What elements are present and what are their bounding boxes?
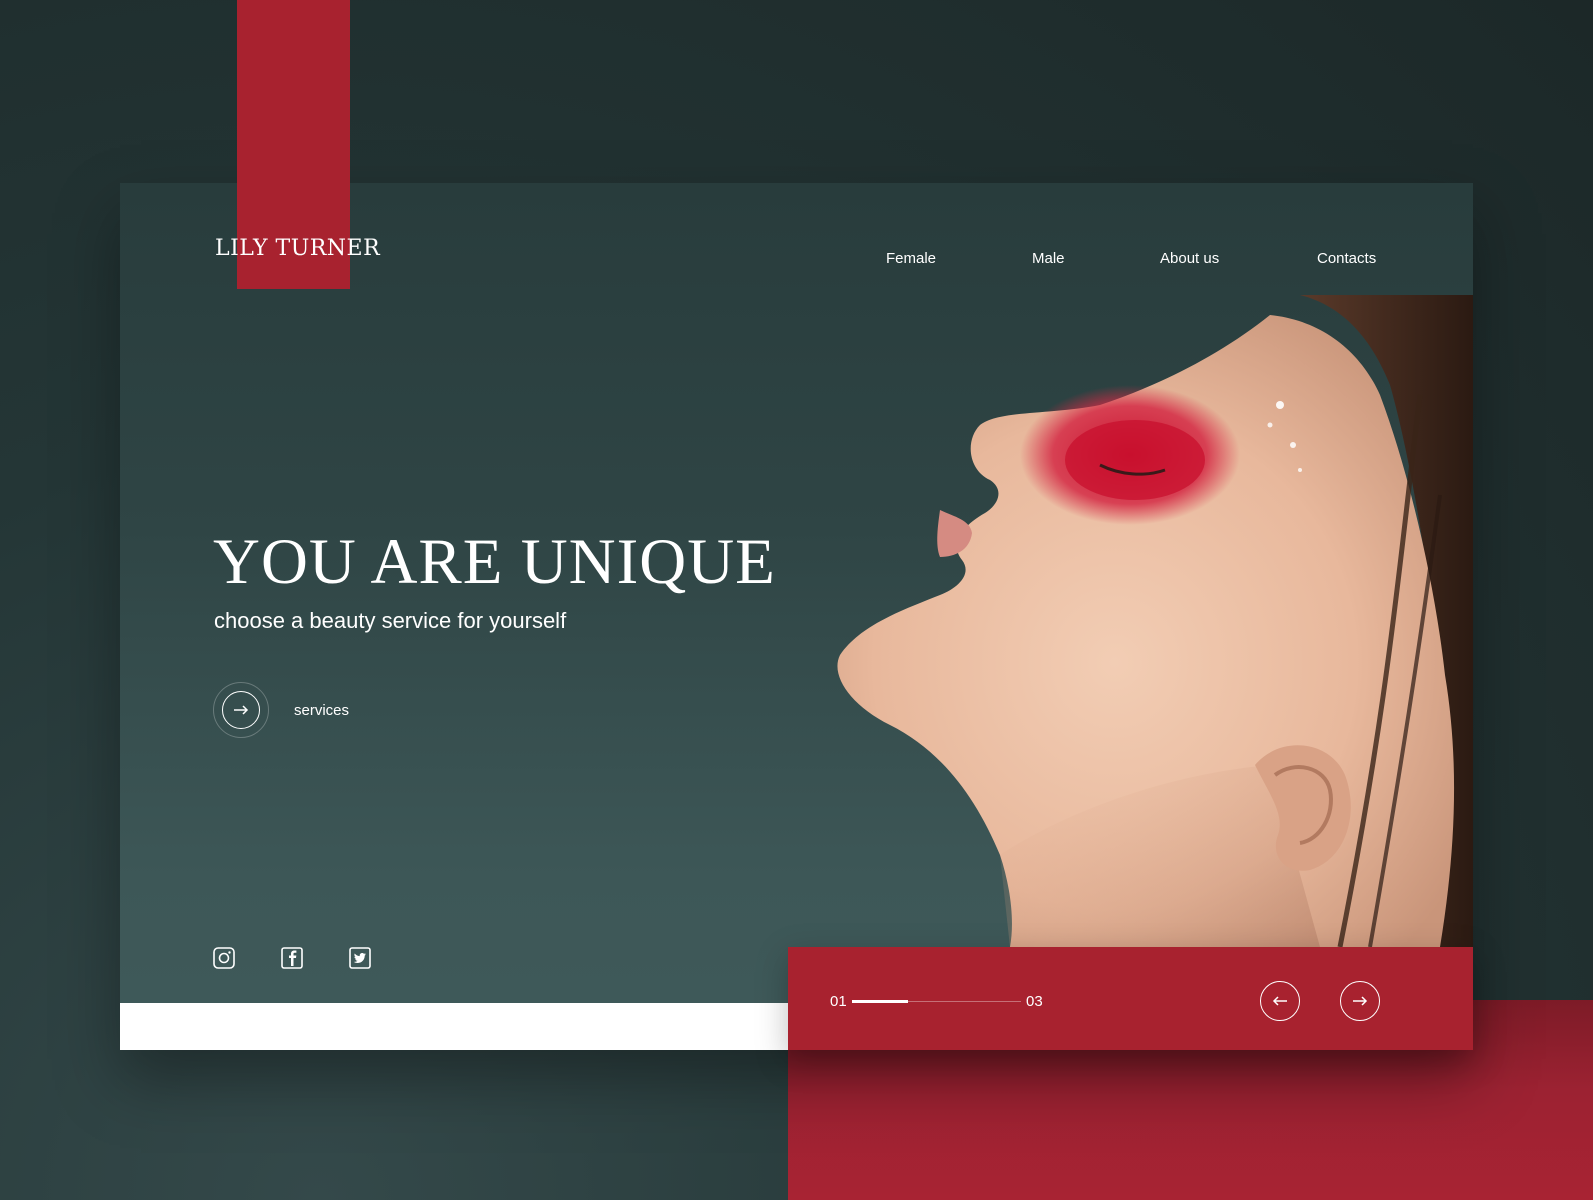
slide-progress-track: [852, 1000, 1021, 1003]
nav-item-male[interactable]: Male: [1032, 250, 1065, 267]
slide-total-number: 03: [1026, 993, 1043, 1010]
slide-progress-fill: [852, 1000, 908, 1003]
arrow-right-icon: [222, 691, 260, 729]
woman-profile-illustration: [837, 295, 1473, 947]
services-label[interactable]: services: [294, 702, 349, 719]
arrow-left-icon: [1272, 996, 1287, 1006]
hero-subtitle: choose a beauty service for yourself: [214, 608, 567, 633]
next-slide-button[interactable]: [1340, 981, 1380, 1021]
services-button[interactable]: [213, 682, 269, 738]
instagram-icon[interactable]: [213, 947, 235, 969]
twitter-icon[interactable]: [349, 947, 371, 969]
nav-item-contacts[interactable]: Contacts: [1317, 250, 1376, 267]
hero-title: YOU ARE UNIQUE: [213, 526, 776, 598]
facebook-icon[interactable]: [281, 947, 303, 969]
prev-slide-button[interactable]: [1260, 981, 1300, 1021]
nav-item-about-us[interactable]: About us: [1160, 250, 1219, 267]
brand-logo[interactable]: LILY TURNER: [215, 236, 380, 261]
hero-photo: [800, 295, 1473, 947]
arrow-right-icon: [1353, 996, 1368, 1006]
slide-current-number: 01: [830, 993, 847, 1010]
card-bottom-white-strip: [120, 1003, 788, 1050]
nav-item-female[interactable]: Female: [886, 250, 936, 267]
